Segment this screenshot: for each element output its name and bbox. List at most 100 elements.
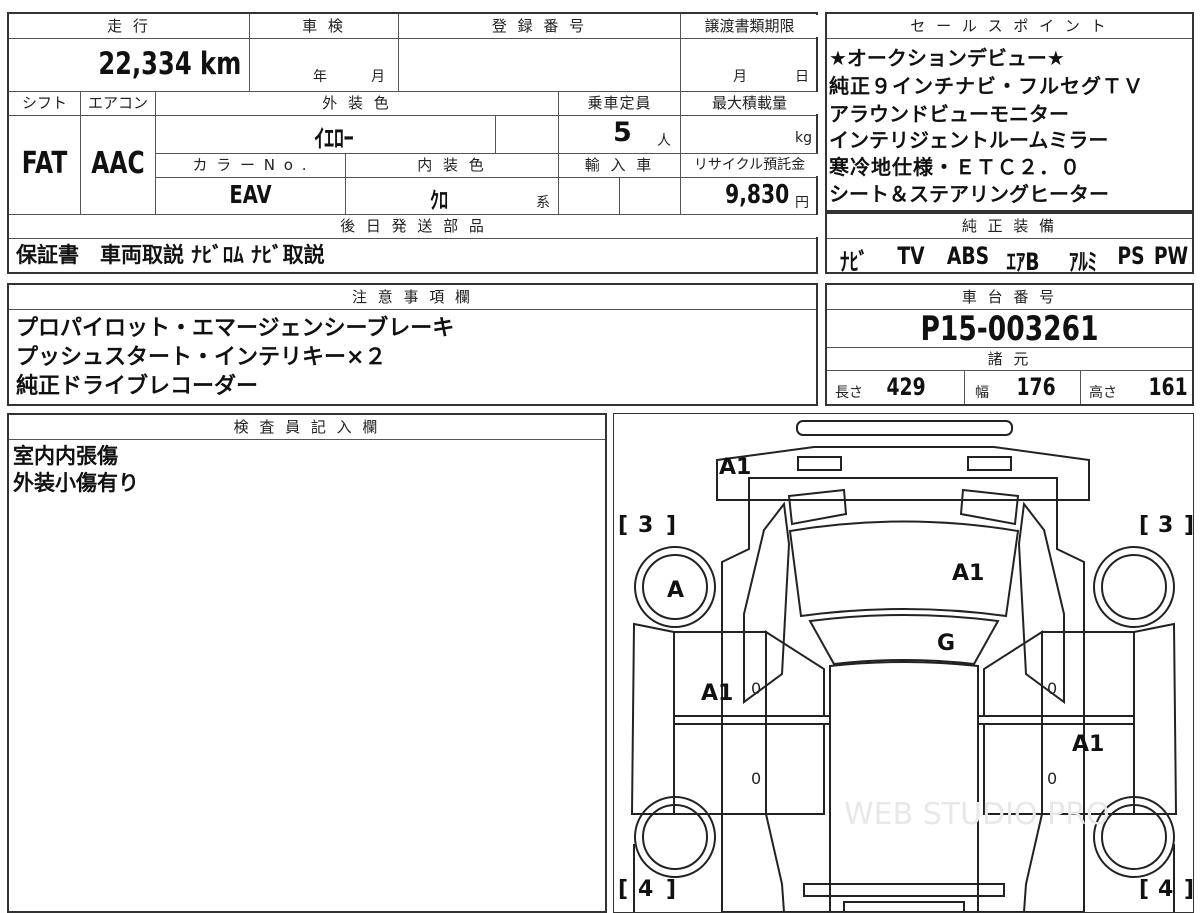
length-value: 429 <box>886 373 926 401</box>
recycle-fee-header: リサイクル預託金 <box>681 154 818 176</box>
damage-windshield: G <box>937 631 955 656</box>
rule <box>495 115 496 153</box>
bracket-close: ] <box>1184 877 1193 902</box>
inspection-header: 車 検 <box>250 15 398 37</box>
inspector-header: 検 査 員 記 入 欄 <box>9 416 605 438</box>
rule <box>827 238 1192 239</box>
notes-panel: 注 意 事 項 欄 プロパイロット・エマージェンシーブレーキ プッシュスタート・… <box>7 283 818 406</box>
front-bumper <box>843 901 965 912</box>
zero-mark: 0 <box>751 769 761 788</box>
specs-header: 諸 元 <box>827 348 1192 370</box>
width-value: 176 <box>1016 373 1056 401</box>
width-label: 幅 <box>975 385 989 401</box>
tail-lamp-left <box>797 456 842 471</box>
aircon-header: エアコン <box>81 92 155 114</box>
right-rear-window <box>983 630 1043 717</box>
rule <box>155 177 818 178</box>
bracket-close: ] <box>666 877 676 902</box>
rule <box>619 177 620 214</box>
transfer-day-unit: 日 <box>795 69 809 85</box>
bracket-open: [ <box>618 877 628 902</box>
note-3: 純正ドライブレコーダー <box>16 374 259 399</box>
left-rear-door <box>673 631 767 725</box>
inspection-month-unit: 月 <box>371 69 385 85</box>
interior-color-value: ｸﾛ <box>430 188 448 214</box>
sales-point-1: ★オークションデビュー★ <box>829 46 1065 70</box>
bracket-close: ] <box>1184 513 1193 538</box>
right-rear-wheel <box>1093 546 1175 628</box>
equipment-abs: ABS <box>946 242 990 270</box>
import-header: 輸 入 車 <box>559 154 680 176</box>
bracket-open: [ <box>1139 877 1149 902</box>
equipment-alloy: ｱﾙﾐ <box>1068 248 1098 276</box>
equipment-header: 純 正 装 備 <box>827 215 1192 237</box>
equipment-pw: PW <box>1153 242 1189 270</box>
exterior-color-header: 外 装 色 <box>156 92 558 114</box>
right-rear-wheel-inner <box>1101 554 1167 620</box>
bracket-open: [ <box>618 513 628 538</box>
car-diagram-panel: [ 3 ] [ 3 ] [ 4 ] [ 4 ] A1 A A1 G A1 A1 … <box>613 413 1194 913</box>
front-right-count: 3 <box>1158 513 1173 538</box>
zero-mark: 0 <box>1047 679 1057 698</box>
sales-points-panel: セ ー ル ス ポ イ ン ト ★オークションデビュー★ 純正９インチナビ・フル… <box>825 12 1194 212</box>
body-outline <box>721 477 1085 912</box>
bracket-open: [ <box>1139 513 1149 538</box>
rule <box>827 370 1192 371</box>
interior-suffix: 系 <box>536 195 550 211</box>
capacity-header: 乗車定員 <box>559 92 680 114</box>
max-load-header: 最大積載量 <box>681 92 818 114</box>
equipment-ps: PS <box>1117 242 1145 270</box>
chassis-number: P15-003261 <box>920 309 1099 349</box>
right-fender-rear <box>1133 622 1178 815</box>
inspector-note-2: 外装小傷有り <box>13 471 139 495</box>
note-2: プッシュスタート・インテリキー×２ <box>16 345 387 370</box>
recycle-fee-unit: 円 <box>795 195 809 211</box>
equipment-tv: TV <box>897 242 925 270</box>
height-label: 高さ <box>1089 385 1117 401</box>
mileage-value: 22,334 km <box>97 46 241 82</box>
left-front-window <box>765 723 825 815</box>
rule <box>9 115 816 116</box>
front-grille <box>803 883 1005 897</box>
max-load-unit: kg <box>795 130 812 146</box>
color-no-header: カ ラ ー N o . <box>156 154 345 176</box>
equipment-nav: ﾅﾋﾞ <box>839 248 869 276</box>
sales-point-3: アラウンドビューモニター <box>829 102 1069 126</box>
damage-hood: A1 <box>952 561 984 586</box>
inspector-panel: 検 査 員 記 入 欄 室内内張傷 外装小傷有り <box>7 413 607 913</box>
rule <box>827 38 1192 39</box>
front-left-count: 3 <box>638 513 653 538</box>
rear-bumper <box>716 446 1090 501</box>
tail-lamp-right <box>967 456 1012 471</box>
car-diagram: [ 3 ] [ 3 ] [ 4 ] [ 4 ] A1 A A1 G A1 A1 … <box>618 420 1193 912</box>
sales-points-header: セ ー ル ス ポ イ ン ト <box>827 15 1192 37</box>
sales-point-4: インテリジェントルームミラー <box>829 128 1109 152</box>
later-parts-value: 保証書 車両取説 ﾅﾋﾞﾛﾑ ﾅﾋﾞ取説 <box>16 243 325 267</box>
rear-right-count: 4 <box>1158 877 1173 902</box>
recycle-fee-value: 9,830 <box>724 180 789 210</box>
mileage-header: 走 行 <box>9 15 249 37</box>
inspection-year-unit: 年 <box>313 69 327 85</box>
rear-spoiler <box>796 420 1013 436</box>
note-1: プロパイロット・エマージェンシーブレーキ <box>16 316 455 341</box>
rule <box>9 38 816 39</box>
chassis-panel: 車 台 番 号 P15-003261 諸 元 長さ 429 幅 176 高さ 1… <box>825 283 1194 406</box>
capacity-value: 5 <box>613 117 632 148</box>
rule <box>1080 370 1081 404</box>
transfer-deadline-header: 譲渡書類期限 <box>681 15 818 37</box>
zero-mark: 0 <box>1047 769 1057 788</box>
equipment-panel: 純 正 装 備 ﾅﾋﾞ TV ABS ｴｱB ｱﾙﾐ PS PW <box>825 212 1194 276</box>
shift-header: シフト <box>9 92 80 114</box>
watermark: WEB STUDIO PRO <box>844 797 1110 832</box>
sales-point-2: 純正９インチナビ・フルセグＴＶ <box>829 74 1144 98</box>
right-rear-door <box>1041 631 1135 725</box>
sales-point-5: 寒冷地仕様・ＥＴＣ２．０ <box>829 155 1081 179</box>
height-value: 161 <box>1148 373 1188 401</box>
sales-point-6: シート＆ステアリングヒーター <box>829 182 1109 206</box>
left-fender-rear <box>630 622 675 815</box>
equipment-airbag: ｴｱB <box>1006 248 1040 276</box>
rule <box>964 370 965 404</box>
chassis-header: 車 台 番 号 <box>827 286 1192 308</box>
damage-left-door: A1 <box>701 681 733 706</box>
rear-left-count: 4 <box>638 877 653 902</box>
